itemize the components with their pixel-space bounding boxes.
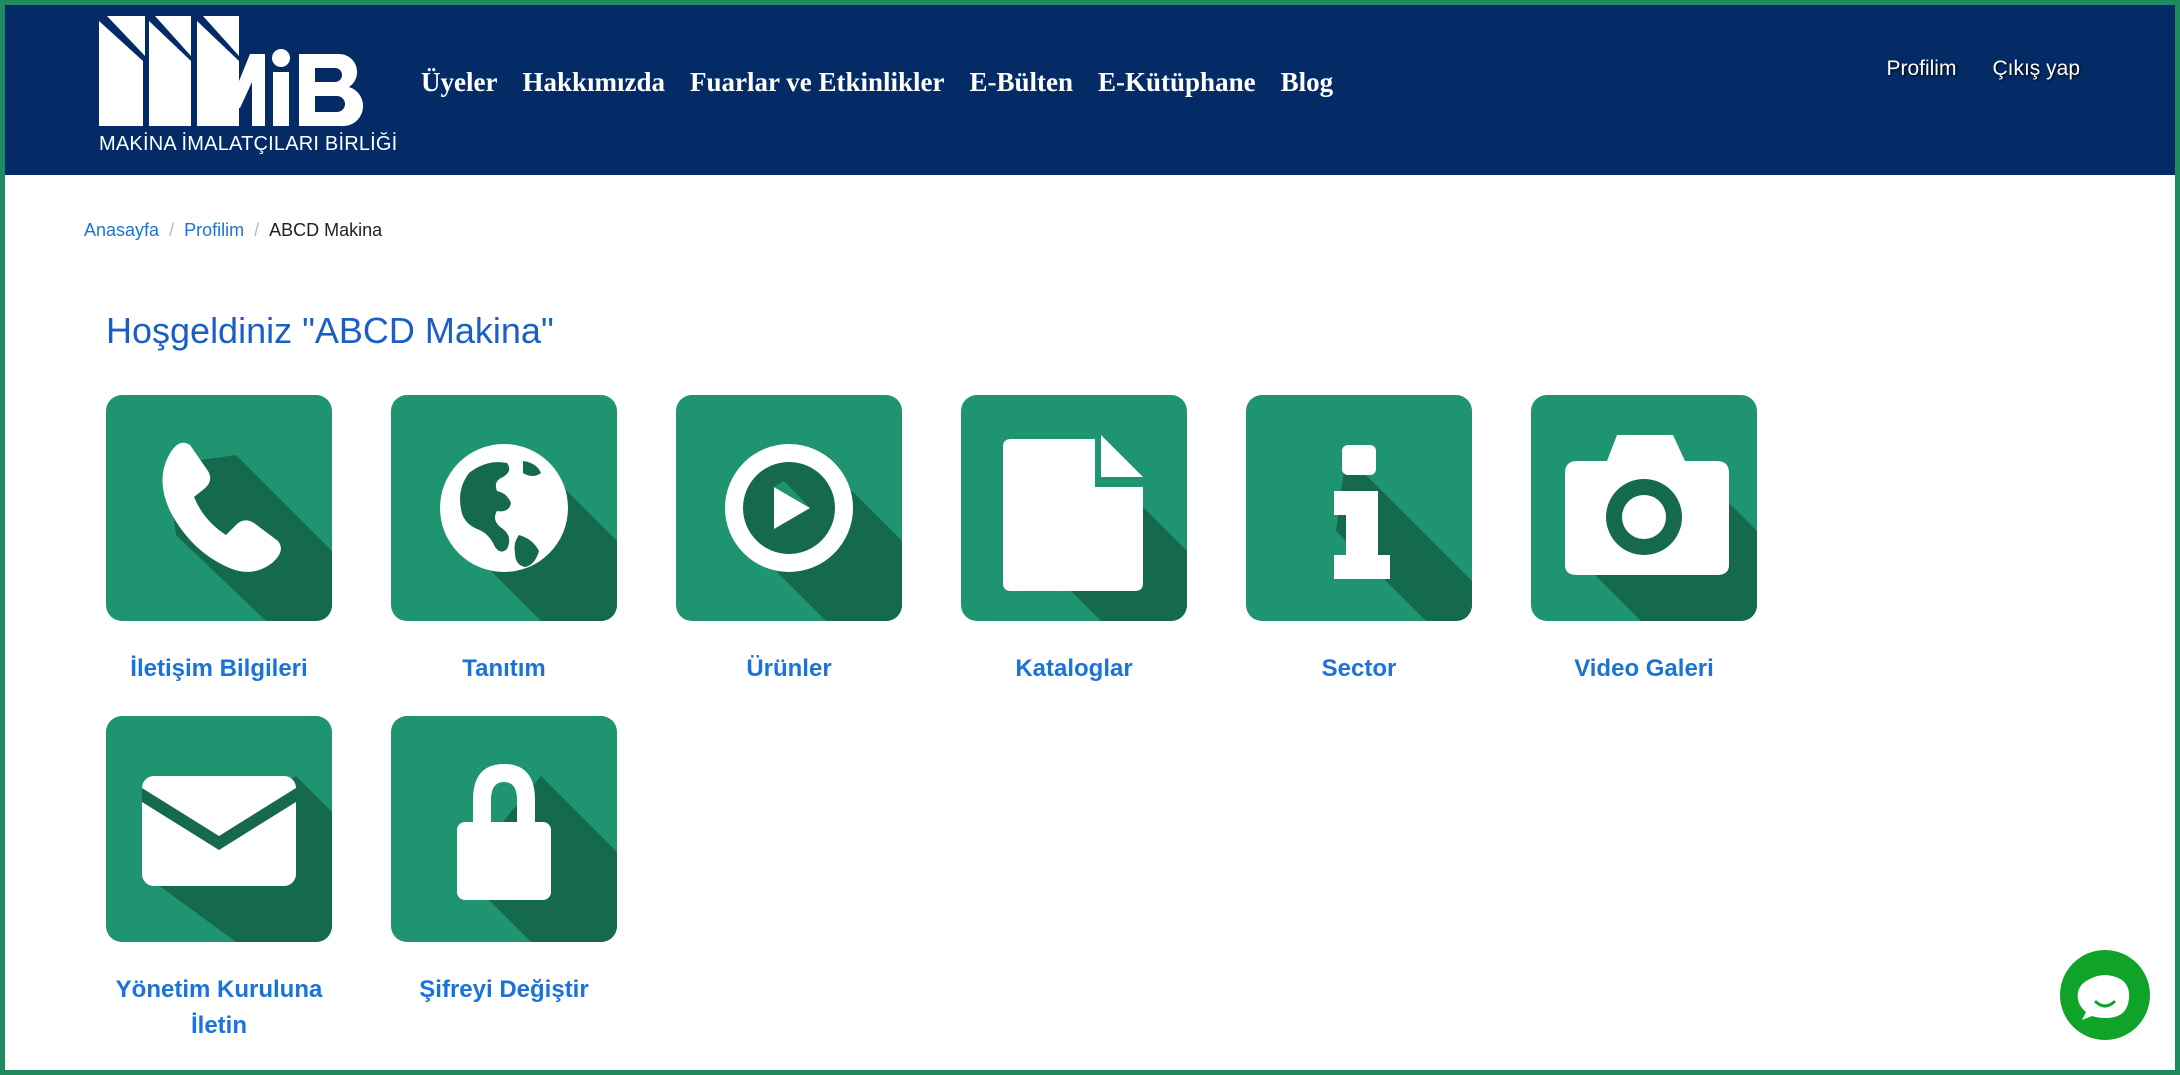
nav-item-e-kutuphane[interactable]: E-Kütüphane [1098,67,1256,98]
lock-icon [457,764,617,942]
mib-logo-mark [99,16,364,127]
breadcrumb-home[interactable]: Anasayfa [84,220,159,241]
tile-label: Kataloglar [1015,655,1133,682]
tile-label: Yönetim Kuruluna İletin [115,976,323,1039]
profile-link[interactable]: Profilim [1886,57,1956,81]
tile-icon-box [106,395,332,621]
logo-caption: MAKİNA İMALATÇILARI BİRLİĞİ [99,133,398,155]
site-header: MAKİNA İMALATÇILARI BİRLİĞİ Üyeler Hakkı… [5,5,2175,175]
nav-item-e-bulten[interactable]: E-Bülten [969,67,1073,98]
chat-bubble-icon [2077,975,2130,1020]
tile-catalogs[interactable]: Kataloglar [961,395,1187,687]
mib-logo[interactable]: MAKİNA İMALATÇILARI BİRLİĞİ [99,16,398,161]
breadcrumb: Anasayfa / Profilim / ABCD Makina [84,220,382,241]
page-title: Hoşgeldiniz "ABCD Makina" [106,310,554,351]
nav-item-hakkimizda[interactable]: Hakkımızda [522,67,665,98]
tile-contact-board[interactable]: Yönetim Kuruluna İletin [106,716,332,1044]
tile-icon-box [1531,395,1757,621]
user-links: Profilim Çıkış yap [1850,57,2080,81]
main-nav: Üyeler Hakkımızda Fuarlar ve Etkinlikler… [421,67,1358,98]
globe-icon [440,444,617,621]
nav-item-uyeler[interactable]: Üyeler [421,67,497,98]
tile-icon-box [961,395,1187,621]
envelope-icon [142,776,332,942]
tile-label: Şifreyi Değiştir [419,976,589,1003]
info-icon [1334,445,1472,621]
tile-icon-box [391,395,617,621]
tile-contact-info[interactable]: İletişim Bilgileri [106,395,332,687]
chat-button[interactable] [2060,950,2150,1040]
camera-icon [1565,435,1757,621]
tile-label: İletişim Bilgileri [130,655,308,682]
tile-icon-box [391,716,617,942]
tile-icon-box [676,395,902,621]
breadcrumb-current: ABCD Makina [269,220,383,240]
tile-icon-box [1246,395,1472,621]
logout-link[interactable]: Çıkış yap [1992,57,2080,81]
breadcrumb-separator: / [254,220,260,240]
tile-video-gallery[interactable]: Video Galeri [1531,395,1757,687]
phone-icon [162,442,332,621]
tile-label: Video Galeri [1574,655,1714,682]
tile-sector[interactable]: Sector [1246,395,1472,687]
tile-label: Tanıtım [462,655,546,682]
nav-item-blog[interactable]: Blog [1281,67,1334,98]
tile-label: Sector [1321,655,1397,682]
play-icon [725,444,902,621]
tile-label: Ürünler [746,655,832,682]
tile-products[interactable]: Ürünler [676,395,902,687]
breadcrumb-separator: / [169,220,175,240]
nav-item-fuarlar[interactable]: Fuarlar ve Etkinlikler [690,67,945,98]
document-icon [1003,435,1187,621]
breadcrumb-profile[interactable]: Profilim [184,220,244,241]
tile-introduction[interactable]: Tanıtım [391,395,617,687]
tile-icon-box [106,716,332,942]
tile-change-password[interactable]: Şifreyi Değiştir [391,716,617,1008]
